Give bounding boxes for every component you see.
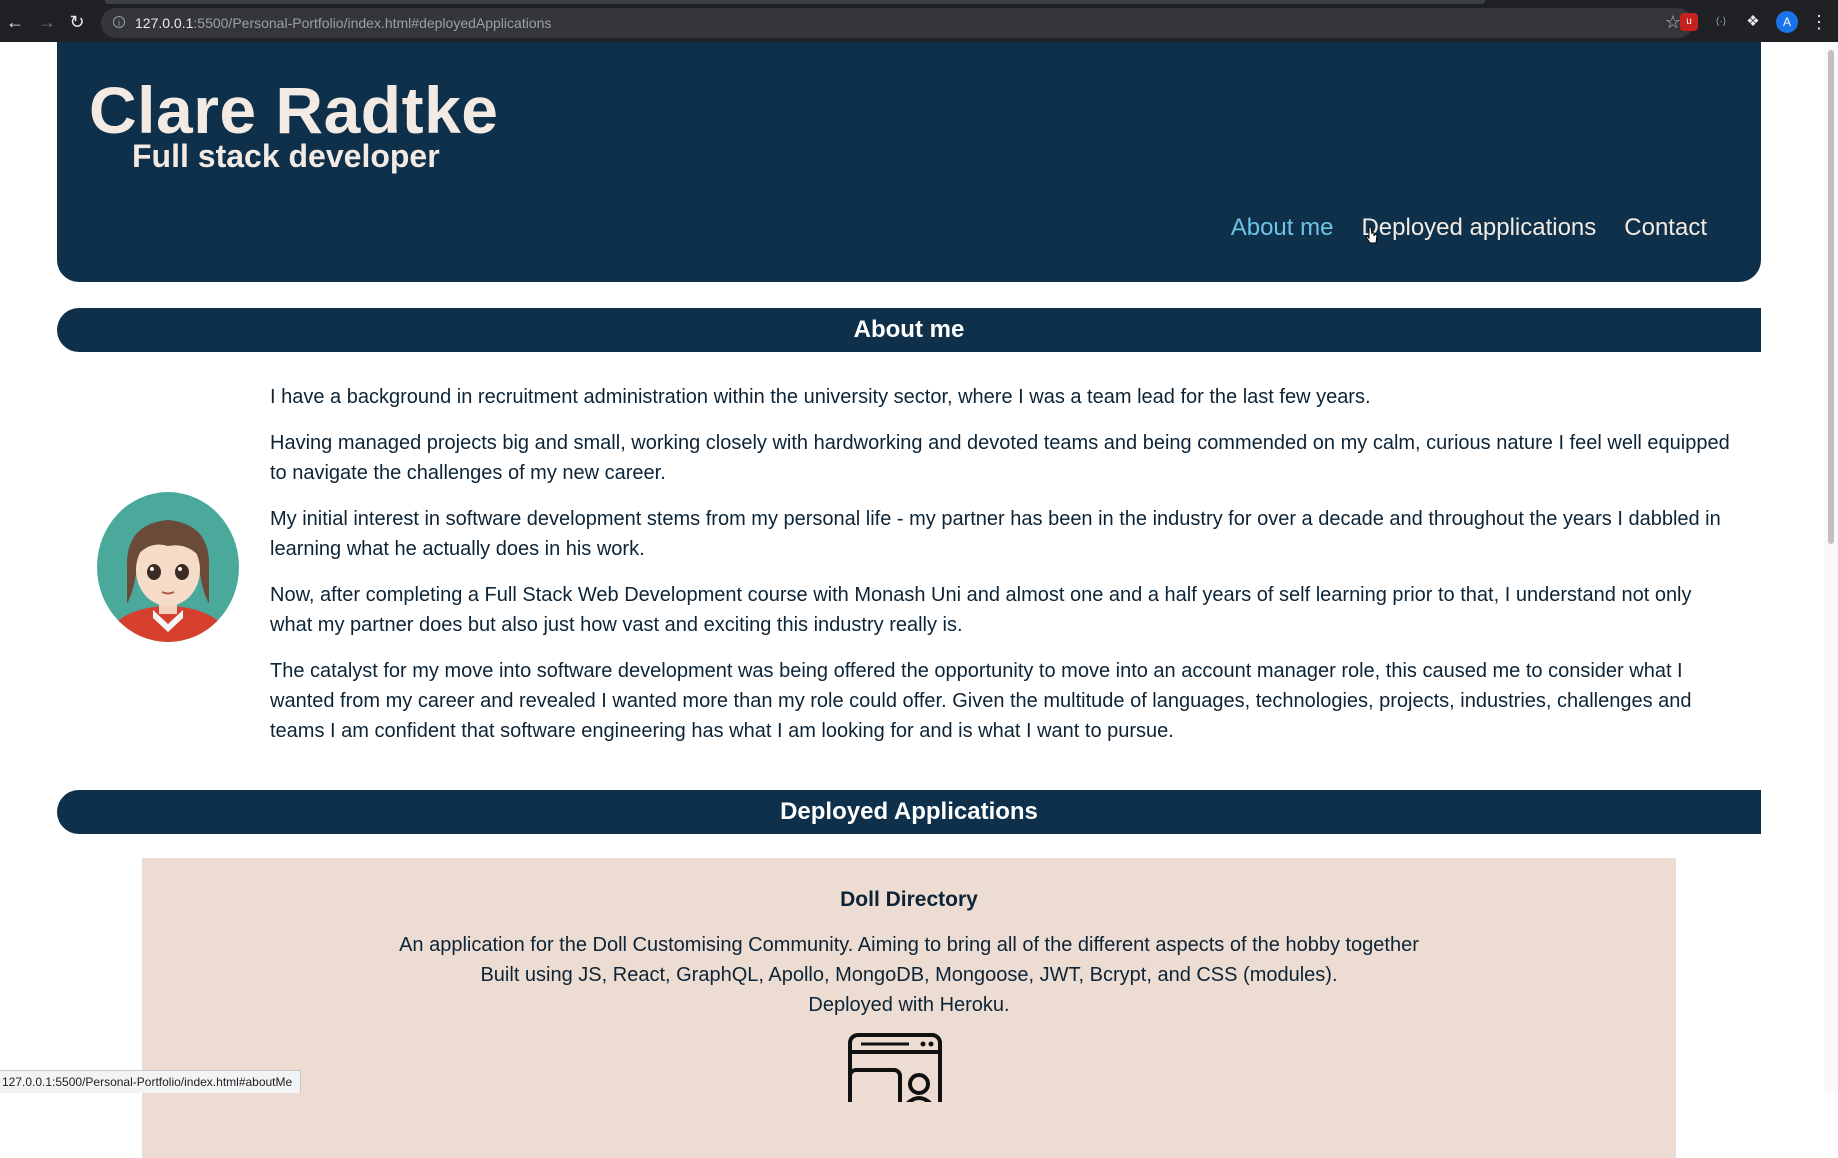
- browser-toolbar: ← → ↻ i 127.0.0.1:5500/Personal-Portfoli…: [0, 0, 1838, 42]
- forward-icon[interactable]: →: [36, 11, 58, 33]
- nav-link-contact[interactable]: Contact: [1624, 214, 1707, 242]
- extension-icon[interactable]: (·): [1712, 13, 1730, 31]
- deployed-applications-heading: Deployed Applications: [57, 790, 1761, 834]
- address-bar[interactable]: i 127.0.0.1:5500/Personal-Portfolio/inde…: [101, 8, 1693, 38]
- url-host: 127.0.0.1: [135, 15, 194, 31]
- web-app-user-icon[interactable]: [847, 1032, 943, 1102]
- tab-strip: [105, 0, 1485, 4]
- browser-menu-icon[interactable]: ⋮: [1808, 11, 1830, 33]
- app-tech-line: Built using JS, React, GraphQL, Apollo, …: [480, 964, 1338, 986]
- reload-icon[interactable]: ↻: [66, 11, 88, 33]
- site-info-icon[interactable]: i: [113, 16, 125, 28]
- ublock-extension-icon[interactable]: u: [1680, 13, 1698, 31]
- app-description-line: An application for the Doll Customising …: [399, 934, 1419, 956]
- status-bar-link: 127.0.0.1:5500/Personal-Portfolio/index.…: [0, 1070, 302, 1093]
- about-paragraph: Having managed projects big and small, w…: [270, 432, 1730, 484]
- about-paragraph: The catalyst for my move into software d…: [270, 660, 1692, 742]
- bookmark-star-icon[interactable]: ☆: [1665, 12, 1681, 33]
- about-paragraph: Now, after completing a Full Stack Web D…: [270, 584, 1692, 636]
- url-path: :5500/Personal-Portfolio/index.html#depl…: [193, 15, 552, 31]
- pointer-cursor-icon: [1366, 226, 1378, 244]
- page-scrollbar[interactable]: [1824, 42, 1838, 1093]
- site-role: Full stack developer: [132, 138, 440, 174]
- about-paragraph: I have a background in recruitment admin…: [270, 386, 1371, 408]
- about-me-text: I have a background in recruitment admin…: [270, 382, 1730, 762]
- site-header: Clare Radtke Full stack developer About …: [57, 42, 1761, 282]
- app-card-doll-directory: Doll Directory An application for the Do…: [142, 858, 1676, 1158]
- scrollbar-thumb[interactable]: [1828, 50, 1834, 544]
- top-nav: About me Deployed applications Contact: [1231, 214, 1707, 242]
- nav-link-about-me[interactable]: About me: [1231, 214, 1334, 242]
- back-icon[interactable]: ←: [4, 11, 26, 33]
- app-description: An application for the Doll Customising …: [142, 930, 1676, 1020]
- about-paragraph: My initial interest in software developm…: [270, 508, 1721, 560]
- app-title: Doll Directory: [840, 888, 978, 911]
- nav-link-deployed-applications[interactable]: Deployed applications: [1361, 214, 1596, 242]
- url-text[interactable]: 127.0.0.1:5500/Personal-Portfolio/index.…: [135, 15, 551, 31]
- puzzle-extensions-icon[interactable]: ❖: [1744, 13, 1762, 31]
- profile-avatar[interactable]: A: [1776, 11, 1798, 33]
- page-content: Clare Radtke Full stack developer About …: [0, 42, 1838, 1158]
- profile-avatar-illustration: [97, 492, 239, 642]
- site-name: Clare Radtke: [89, 73, 499, 147]
- about-me-heading: About me: [57, 308, 1761, 352]
- app-deploy-line: Deployed with Heroku.: [808, 994, 1010, 1016]
